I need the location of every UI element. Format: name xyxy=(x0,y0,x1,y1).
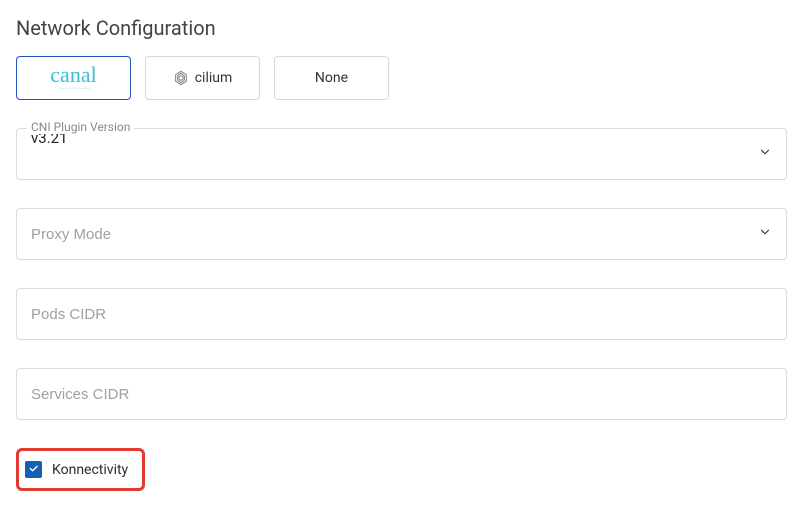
cni-option-canal[interactable]: canal ∼∼∼∼∼ xyxy=(16,56,131,100)
chevron-down-icon xyxy=(758,145,772,163)
check-icon xyxy=(28,463,39,476)
services-cidr-input[interactable] xyxy=(31,369,772,419)
canal-wave-icon: ∼∼∼∼∼ xyxy=(57,84,90,93)
konnectivity-checkbox[interactable] xyxy=(25,461,42,478)
none-label: None xyxy=(315,70,348,86)
cilium-logo-icon xyxy=(173,70,189,86)
pods-cidr-input[interactable] xyxy=(31,289,772,339)
cni-version-value: v3.21 xyxy=(31,129,758,179)
cni-version-select[interactable]: CNI Plugin Version v3.21 xyxy=(16,128,787,180)
pods-cidr-field[interactable] xyxy=(16,288,787,340)
cni-version-label: CNI Plugin Version xyxy=(27,120,134,134)
cilium-label: cilium xyxy=(195,70,233,86)
konnectivity-checkbox-row[interactable]: Konnectivity xyxy=(16,448,145,491)
page-title: Network Configuration xyxy=(16,16,787,40)
chevron-down-icon xyxy=(758,225,772,243)
konnectivity-label: Konnectivity xyxy=(52,462,128,478)
proxy-mode-select[interactable] xyxy=(16,208,787,260)
cni-option-cilium[interactable]: cilium xyxy=(145,56,260,100)
services-cidr-field[interactable] xyxy=(16,368,787,420)
cni-option-row: canal ∼∼∼∼∼ cilium None xyxy=(16,56,787,100)
canal-logo-icon: canal ∼∼∼∼∼ xyxy=(50,64,96,93)
cni-option-none[interactable]: None xyxy=(274,56,389,100)
proxy-mode-input[interactable] xyxy=(31,209,758,259)
